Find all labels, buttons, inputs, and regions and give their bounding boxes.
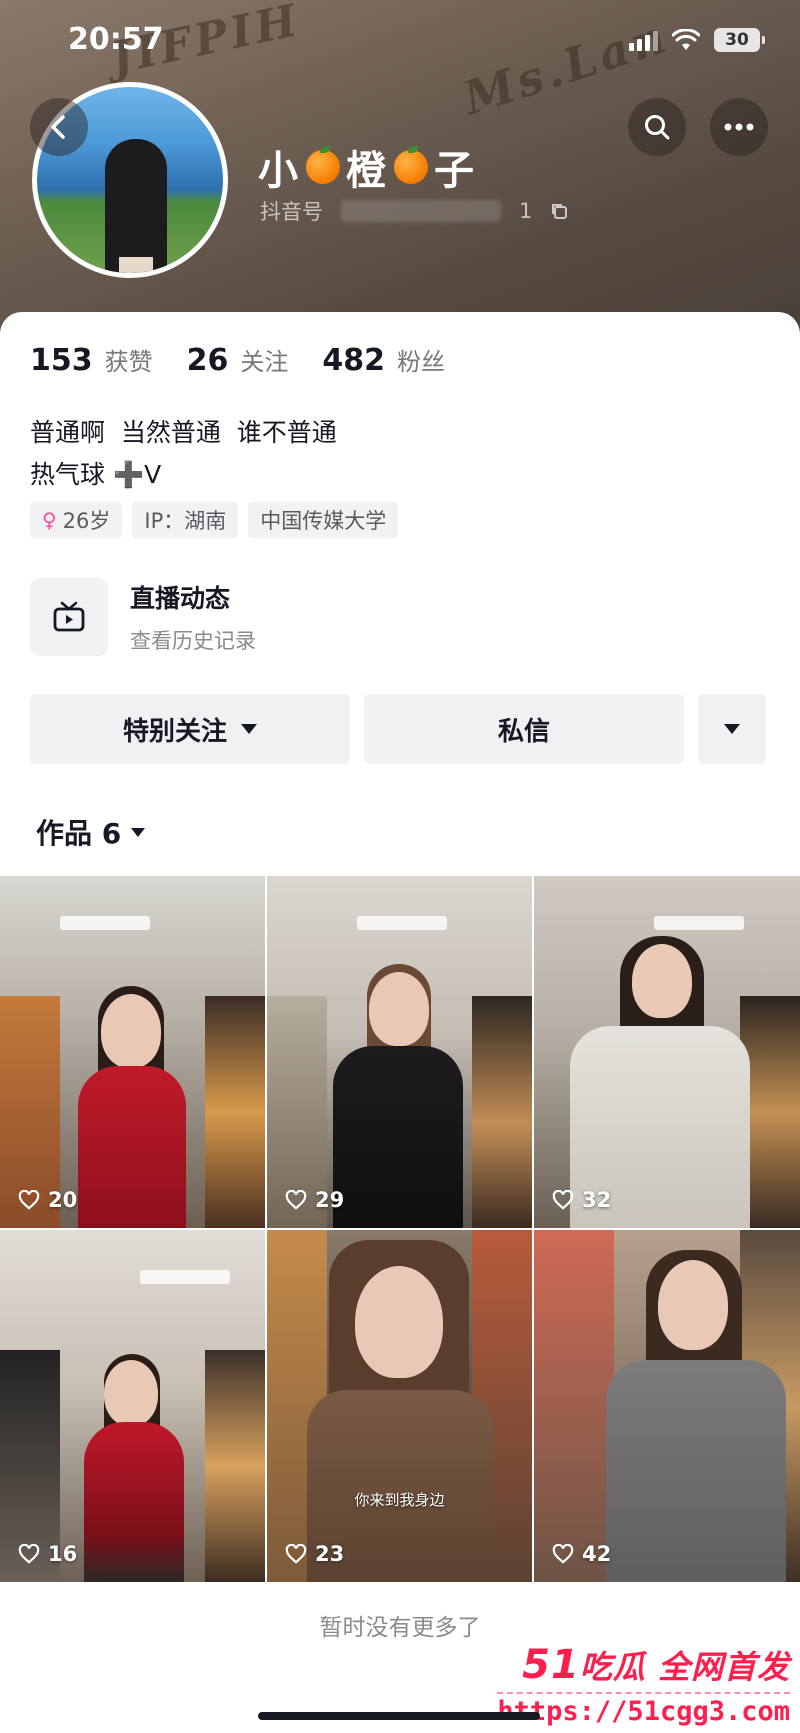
video-like-count: 20: [48, 1188, 78, 1212]
school-tag[interactable]: 中国传媒大学: [248, 502, 399, 538]
video-thumbnail[interactable]: 32: [534, 876, 800, 1228]
copy-icon[interactable]: [550, 202, 568, 220]
douyin-id-tail: 1: [519, 199, 533, 223]
video-thumbnail[interactable]: 42: [534, 1230, 800, 1582]
video-likes: 16: [18, 1542, 77, 1566]
video-grid: 20 29 32 16 你来到我身边 23 42: [0, 876, 800, 1582]
chevron-left-icon: [51, 115, 65, 139]
douyin-id-row[interactable]: 抖音号 1: [260, 196, 568, 226]
video-likes: 20: [18, 1188, 77, 1212]
watermark-brand-text: 吃瓜 全网首发: [579, 1648, 790, 1686]
ip-tag: IP：湖南: [132, 502, 239, 538]
douyin-id-label: 抖音号: [260, 200, 323, 224]
heart-icon: [18, 1190, 40, 1210]
live-history-entry[interactable]: 直播动态 查看历史记录: [30, 578, 256, 656]
no-more-text: 暂时没有更多了: [319, 1615, 481, 1641]
signal-icon: [629, 29, 658, 51]
video-thumbnail[interactable]: 16: [0, 1230, 265, 1582]
watermark-brand: 51吃瓜 全网首发: [497, 1642, 790, 1688]
bio-line-1: 普通啊 当然普通 谁不普通: [30, 418, 337, 447]
video-likes: 32: [552, 1188, 611, 1212]
video-caption: 你来到我身边: [354, 1491, 445, 1509]
profile-card: 153 获赞 26 关注 482 粉丝 普通啊 当然普通 谁不普通 热气球 ➕V…: [0, 312, 800, 1733]
more-button[interactable]: [710, 98, 768, 156]
followers-count[interactable]: 482: [322, 343, 385, 378]
heart-icon: [18, 1544, 40, 1564]
video-like-count: 42: [582, 1542, 612, 1566]
live-title: 直播动态: [130, 584, 231, 613]
works-tab[interactable]: 作品 6: [36, 812, 146, 852]
more-options-button[interactable]: [698, 694, 766, 764]
heart-icon: [285, 1544, 307, 1564]
orange-emoji-icon: [394, 146, 428, 184]
age-tag: ♀ 26岁: [30, 502, 123, 538]
stats-row: 153 获赞 26 关注 482 粉丝: [30, 342, 467, 378]
live-subtitle: 查看历史记录: [130, 629, 256, 653]
more-dots-icon: [724, 123, 754, 131]
name-part: 小: [258, 148, 300, 194]
search-icon: [645, 115, 670, 140]
video-thumbnail[interactable]: 你来到我身边 23: [267, 1230, 532, 1582]
caret-down-icon: [241, 724, 257, 734]
female-icon: ♀: [42, 508, 57, 532]
heart-icon: [285, 1190, 307, 1210]
tv-icon: [53, 601, 85, 632]
special-follow-button[interactable]: 特别关注: [30, 694, 350, 764]
video-like-count: 29: [315, 1188, 345, 1212]
profile-header-banner: JIFPIH Ms.Lan 20:57 30 小 橙 子 抖音号 1: [0, 0, 800, 340]
watermark: 51吃瓜 全网首发 https://51cgg3.com: [497, 1642, 790, 1727]
watermark-url: https://51cgg3.com: [497, 1692, 790, 1727]
heart-icon: [552, 1190, 574, 1210]
caret-down-icon: [131, 827, 146, 837]
video-likes: 42: [552, 1542, 611, 1566]
message-button[interactable]: 私信: [364, 694, 684, 764]
video-likes: 29: [285, 1188, 344, 1212]
orange-emoji-icon: [306, 146, 340, 184]
status-time: 20:57: [68, 22, 164, 57]
douyin-id-blurred: [341, 200, 501, 222]
message-label: 私信: [497, 716, 550, 747]
action-buttons: 特别关注 私信: [30, 694, 766, 764]
video-likes: 23: [285, 1542, 344, 1566]
bio: 普通啊 当然普通 谁不普通 热气球 ➕V: [30, 412, 337, 496]
special-follow-label: 特别关注: [122, 716, 227, 747]
wifi-icon: [672, 29, 700, 50]
name-part: 子: [434, 148, 476, 194]
watermark-brand-num: 51: [522, 1642, 580, 1688]
video-thumbnail[interactable]: 29: [267, 876, 532, 1228]
works-tab-label: 作品 6: [36, 817, 122, 850]
profile-tags: ♀ 26岁 IP：湖南 中国传媒大学: [30, 502, 399, 538]
caret-down-icon: [724, 724, 740, 734]
battery-icon: 30: [714, 28, 765, 52]
live-icon-box: [30, 578, 108, 656]
video-like-count: 16: [48, 1542, 78, 1566]
likes-count[interactable]: 153: [30, 343, 93, 378]
age-text: 26岁: [62, 509, 111, 533]
heart-icon: [552, 1544, 574, 1564]
search-button[interactable]: [628, 98, 686, 156]
home-indicator[interactable]: [258, 1712, 540, 1720]
name-part: 橙: [346, 148, 388, 194]
likes-label: 获赞: [104, 348, 153, 376]
following-label: 关注: [240, 348, 289, 376]
bio-line-2: 热气球 ➕V: [30, 460, 162, 489]
status-bar: 20:57 30: [0, 0, 800, 90]
video-like-count: 32: [582, 1188, 612, 1212]
following-count[interactable]: 26: [187, 343, 229, 378]
video-thumbnail[interactable]: 20: [0, 876, 265, 1228]
profile-name: 小 橙 子: [258, 138, 476, 196]
followers-label: 粉丝: [397, 348, 445, 376]
video-like-count: 23: [315, 1542, 345, 1566]
back-button[interactable]: [30, 98, 88, 156]
